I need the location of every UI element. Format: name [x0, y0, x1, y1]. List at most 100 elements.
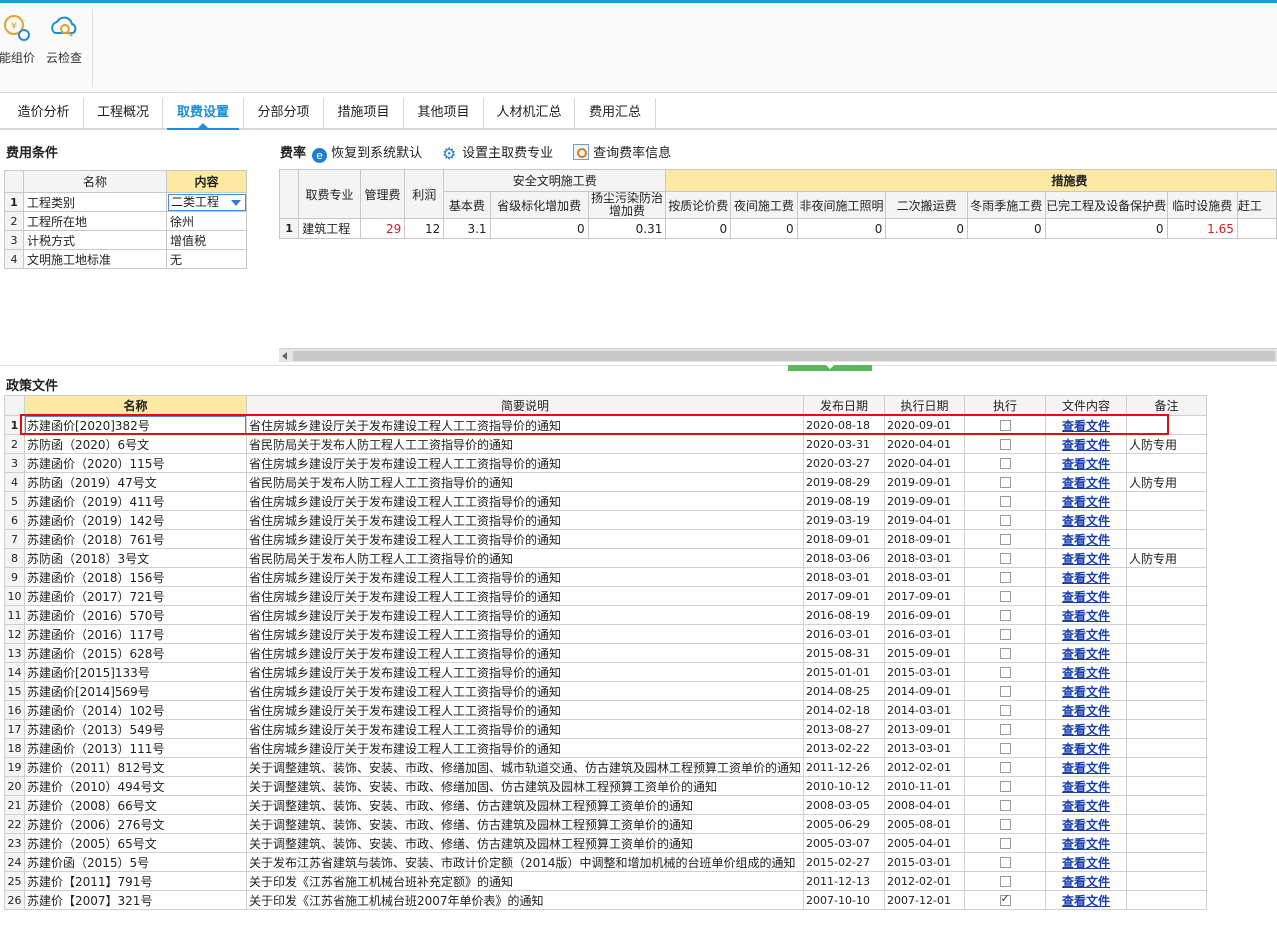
- policy-name-cell[interactable]: 苏建价（2011）812号文: [24, 757, 247, 777]
- file-content-cell[interactable]: 查看文件: [1045, 814, 1128, 834]
- execute-date-cell[interactable]: 2020-09-01: [884, 415, 966, 435]
- execute-checkbox[interactable]: [999, 743, 1011, 754]
- view-file-link[interactable]: 查看文件: [1062, 685, 1110, 699]
- note-cell[interactable]: [1126, 605, 1208, 625]
- execute-cell[interactable]: [964, 662, 1047, 682]
- execute-date-cell[interactable]: 2015-03-01: [884, 852, 966, 872]
- view-file-link[interactable]: 查看文件: [1062, 514, 1110, 528]
- execute-cell[interactable]: [964, 814, 1047, 834]
- publish-date-cell[interactable]: 2017-09-01: [803, 586, 886, 606]
- execute-cell[interactable]: [964, 738, 1047, 758]
- note-cell[interactable]: [1126, 567, 1208, 587]
- horizontal-scrollbar[interactable]: [279, 348, 1277, 362]
- view-file-link[interactable]: 查看文件: [1062, 666, 1110, 680]
- publish-date-cell[interactable]: 2011-12-13: [803, 871, 886, 891]
- tab-cost-summary[interactable]: 费用汇总: [575, 98, 656, 128]
- execute-checkbox[interactable]: [999, 572, 1011, 583]
- note-cell[interactable]: [1126, 529, 1208, 549]
- execute-cell[interactable]: [964, 510, 1047, 530]
- policy-row[interactable]: 24 苏建价函（2015）5号 关于发布江苏省建筑与装饰、安装、市政计价定额（201…: [4, 852, 1208, 872]
- policy-name-cell[interactable]: 苏建函价（2019）411号: [24, 491, 247, 511]
- publish-date-cell[interactable]: 2014-08-25: [803, 681, 886, 701]
- execute-cell[interactable]: [964, 852, 1047, 872]
- execute-date-cell[interactable]: 2012-02-01: [884, 757, 966, 777]
- publish-date-cell[interactable]: 2016-08-19: [803, 605, 886, 625]
- policy-description-cell[interactable]: 关于印发《江苏省施工机械台班补充定额》的通知: [245, 871, 805, 891]
- execute-date-cell[interactable]: 2016-09-01: [884, 605, 966, 625]
- tab-project-overview[interactable]: 工程概况: [84, 98, 163, 128]
- project-category-cell[interactable]: 二类工程: [166, 192, 247, 212]
- note-cell[interactable]: [1126, 453, 1208, 473]
- policy-name-cell[interactable]: 苏建价【2011】791号: [24, 871, 247, 891]
- execute-date-cell[interactable]: 2018-03-01: [884, 548, 966, 568]
- policy-row[interactable]: 19 苏建价（2011）812号文 关于调整建筑、装饰、安装、市政、修缮加固、城市轨…: [4, 757, 1208, 777]
- file-content-cell[interactable]: 查看文件: [1045, 567, 1128, 587]
- specialty-cell[interactable]: 建筑工程: [298, 218, 361, 239]
- management-fee-cell[interactable]: 29: [359, 218, 406, 239]
- execute-date-cell[interactable]: 2005-04-01: [884, 833, 966, 853]
- view-file-link[interactable]: 查看文件: [1062, 476, 1110, 490]
- policy-description-cell[interactable]: 省住房城乡建设厅关于发布建设工程人工工资指导价的通知: [245, 719, 805, 739]
- execute-checkbox[interactable]: [999, 838, 1011, 849]
- publish-date-cell[interactable]: 2015-02-27: [803, 852, 886, 872]
- execute-date-cell[interactable]: 2020-04-01: [884, 453, 966, 473]
- tab-cost-analysis[interactable]: 造价分析: [4, 98, 84, 128]
- publish-date-cell[interactable]: 2015-08-31: [803, 643, 886, 663]
- provincial-fee-cell[interactable]: 0: [489, 218, 589, 239]
- view-file-link[interactable]: 查看文件: [1062, 495, 1110, 509]
- view-file-link[interactable]: 查看文件: [1062, 856, 1110, 870]
- execute-checkbox[interactable]: [999, 439, 1011, 450]
- policy-row[interactable]: 15 苏建函价[2014]569号 省住房城乡建设厅关于发布建设工程人工工资指导价的…: [4, 681, 1208, 701]
- execute-cell[interactable]: [964, 681, 1047, 701]
- policy-description-cell[interactable]: 关于印发《江苏省施工机械台班2007年单价表》的通知: [245, 890, 805, 910]
- execute-checkbox[interactable]: [999, 515, 1011, 526]
- execute-cell[interactable]: [964, 624, 1047, 644]
- execute-date-cell[interactable]: 2014-03-01: [884, 700, 966, 720]
- publish-date-cell[interactable]: 2018-09-01: [803, 529, 886, 549]
- condition-row[interactable]: 1 工程类别 二类工程: [4, 192, 247, 212]
- condition-value[interactable]: 增值税: [166, 230, 247, 250]
- policy-name-cell[interactable]: 苏建价（2006）276号文: [24, 814, 247, 834]
- execute-date-cell[interactable]: 2015-09-01: [884, 643, 966, 663]
- view-file-link[interactable]: 查看文件: [1062, 571, 1110, 585]
- tab-other-items[interactable]: 其他项目: [404, 98, 484, 128]
- policy-description-cell[interactable]: 关于调整建筑、装饰、安装、市政、修缮加固、城市轨道交通、仿古建筑及园林工程预算工…: [245, 757, 805, 777]
- condition-row[interactable]: 2 工程所在地 徐州: [4, 211, 247, 231]
- file-content-cell[interactable]: 查看文件: [1045, 453, 1128, 473]
- policy-name-cell[interactable]: 苏建函价（2020）115号: [24, 453, 247, 473]
- file-content-cell[interactable]: 查看文件: [1045, 833, 1128, 853]
- condition-value[interactable]: 无: [166, 249, 247, 269]
- policy-row[interactable]: 18 苏建函价（2013）111号 省住房城乡建设厅关于发布建设工程人工工资指导价的…: [4, 738, 1208, 758]
- view-file-link[interactable]: 查看文件: [1062, 419, 1110, 433]
- measure-cell[interactable]: 1.65: [1166, 218, 1238, 239]
- execute-checkbox[interactable]: [999, 819, 1011, 830]
- execute-cell[interactable]: [964, 567, 1047, 587]
- note-cell[interactable]: [1126, 757, 1208, 777]
- condition-row[interactable]: 3 计税方式 增值税: [4, 230, 247, 250]
- execute-cell[interactable]: [964, 757, 1047, 777]
- execute-date-cell[interactable]: 2019-09-01: [884, 491, 966, 511]
- cloud-check-button[interactable]: 云检查: [43, 11, 85, 81]
- policy-row[interactable]: 12 苏建函价（2016）117号 省住房城乡建设厅关于发布建设工程人工工资指导价的…: [4, 624, 1208, 644]
- policy-row[interactable]: 7 苏建函价（2018）761号 省住房城乡建设厅关于发布建设工程人工工资指导价的通…: [4, 529, 1208, 549]
- view-file-link[interactable]: 查看文件: [1062, 723, 1110, 737]
- policy-name-cell[interactable]: 苏防函（2018）3号文: [24, 548, 247, 568]
- dust-control-fee-cell[interactable]: 0.31: [587, 218, 667, 239]
- note-cell[interactable]: [1126, 738, 1208, 758]
- execute-date-cell[interactable]: 2014-09-01: [884, 681, 966, 701]
- publish-date-cell[interactable]: 2005-03-07: [803, 833, 886, 853]
- execute-cell[interactable]: [964, 719, 1047, 739]
- policy-name-cell[interactable]: 苏建函价（2016）570号: [24, 605, 247, 625]
- note-cell[interactable]: [1126, 662, 1208, 682]
- file-content-cell[interactable]: 查看文件: [1045, 586, 1128, 606]
- view-file-link[interactable]: 查看文件: [1062, 761, 1110, 775]
- execute-cell[interactable]: [964, 871, 1047, 891]
- policy-row[interactable]: 21 苏建价（2008）66号文 关于调整建筑、装饰、安装、市政、修缮、仿古建筑及园…: [4, 795, 1208, 815]
- file-content-cell[interactable]: 查看文件: [1045, 776, 1128, 796]
- note-cell[interactable]: [1126, 510, 1208, 530]
- note-cell[interactable]: [1126, 852, 1208, 872]
- execute-checkbox[interactable]: [999, 892, 1011, 906]
- policy-description-cell[interactable]: 关于发布江苏省建筑与装饰、安装、市政计价定额（2014版）中调整和增加机械的台班…: [245, 852, 805, 872]
- note-cell[interactable]: [1126, 624, 1208, 644]
- execute-date-cell[interactable]: 2013-03-01: [884, 738, 966, 758]
